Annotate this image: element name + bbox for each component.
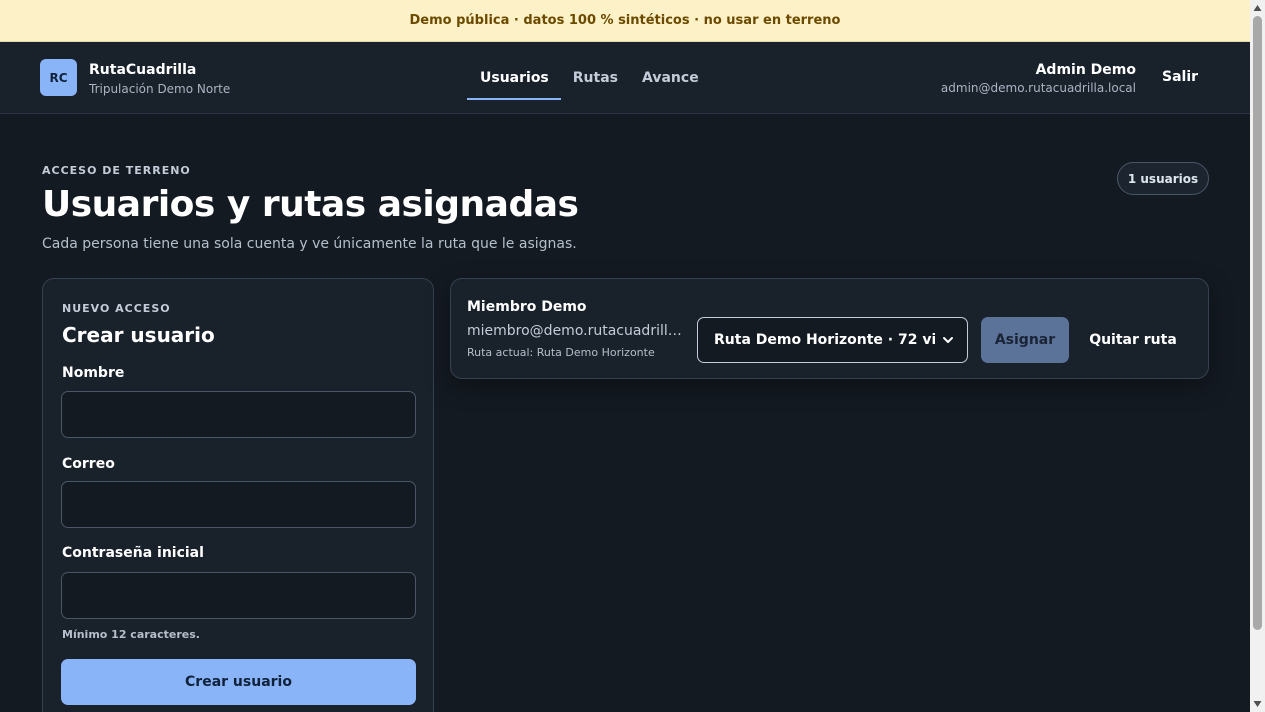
top-header: RC RutaCuadrilla Tripulación Demo Norte …	[0, 42, 1250, 114]
route-select-value: Ruta Demo Horizonte · 72 viviendas	[714, 332, 935, 348]
user-count-text: 1 usuarios	[1127, 171, 1199, 186]
demo-banner-text: Demo pública · datos 100 % sintéticos · …	[409, 13, 841, 28]
brand-logo-initials: RC	[49, 70, 68, 85]
form-title: Crear usuario	[62, 323, 215, 347]
route-select[interactable]: Ruta Demo Horizonte · 72 viviendas	[697, 317, 968, 363]
brand-subtitle: Tripulación Demo Norte	[89, 82, 231, 96]
name-label: Nombre	[62, 365, 125, 381]
arrow-up-icon[interactable]	[1253, 4, 1262, 12]
logout-button[interactable]: Salir	[1162, 69, 1198, 85]
main-nav: Usuarios Rutas Avance	[467, 42, 711, 114]
page-scrollbar[interactable]	[1250, 0, 1265, 712]
email-input[interactable]	[61, 481, 416, 528]
name-input[interactable]	[61, 391, 416, 438]
current-user-name: Admin Demo	[1035, 62, 1136, 78]
password-label: Contraseña inicial	[62, 545, 204, 561]
remove-route-button[interactable]: Quitar ruta	[1085, 317, 1181, 363]
brand-name: RutaCuadrilla	[89, 62, 197, 78]
page-eyebrow: ACCESO DE TERRENO	[42, 164, 191, 177]
create-user-button[interactable]: Crear usuario	[61, 659, 416, 705]
page-description: Cada persona tiene una sola cuenta y ve …	[42, 236, 577, 252]
demo-banner: Demo pública · datos 100 % sintéticos · …	[0, 0, 1250, 42]
current-user-email: admin@demo.rutacuadrilla.local	[940, 81, 1136, 95]
create-user-card: NUEVO ACCESO Crear usuario Nombre Correo…	[42, 278, 434, 712]
member-name: Miembro Demo	[467, 299, 587, 315]
nav-item-rutas[interactable]: Rutas	[561, 42, 630, 114]
form-eyebrow: NUEVO ACCESO	[62, 302, 171, 315]
assign-route-button[interactable]: Asignar	[981, 317, 1069, 363]
member-email: miembro@demo.rutacuadrilla.local	[467, 323, 683, 339]
scrollbar-thumb[interactable]	[1253, 16, 1262, 630]
email-label: Correo	[62, 456, 115, 472]
member-card: Miembro Demo miembro@demo.rutacuadrilla.…	[450, 278, 1209, 379]
brand-logo[interactable]: RC	[40, 59, 77, 96]
user-count-badge: 1 usuarios	[1117, 162, 1209, 195]
nav-item-avance[interactable]: Avance	[630, 42, 711, 114]
arrow-down-icon[interactable]	[1253, 700, 1262, 708]
chevron-down-icon	[943, 337, 953, 343]
page-title: Usuarios y rutas asignadas	[42, 184, 579, 225]
password-hint: Mínimo 12 caracteres.	[62, 628, 200, 641]
password-input[interactable]	[61, 572, 416, 619]
nav-item-usuarios[interactable]: Usuarios	[467, 42, 561, 114]
member-current-route: Ruta actual: Ruta Demo Horizonte	[467, 346, 655, 359]
